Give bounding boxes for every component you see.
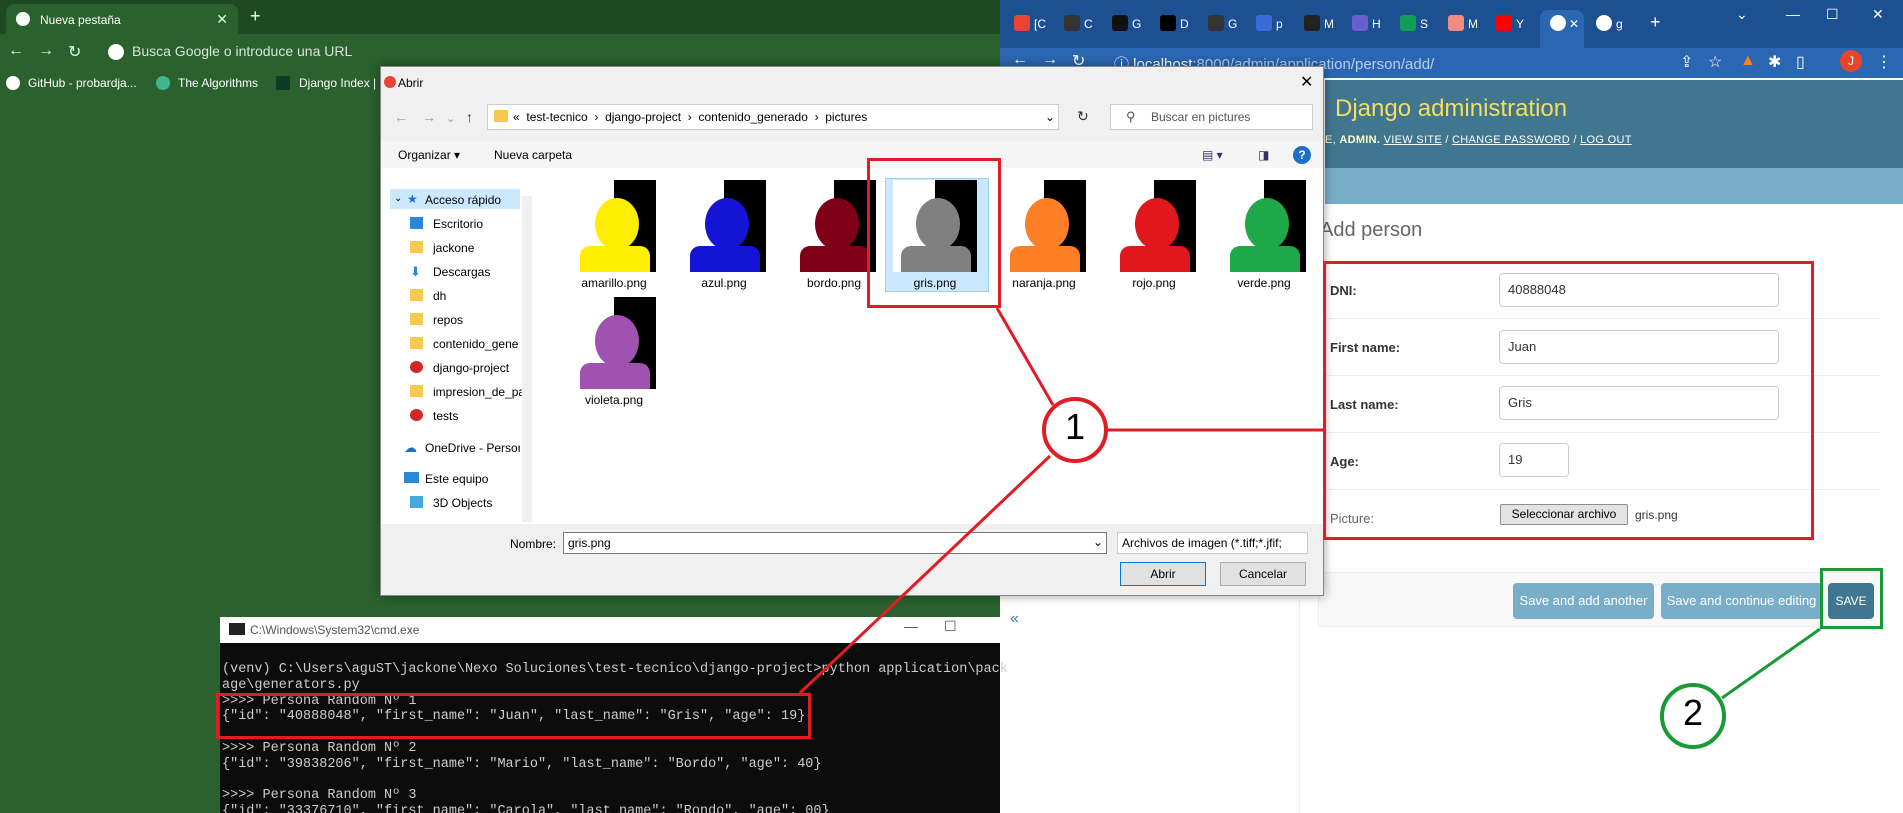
annotation-two: 2 [1682, 692, 1704, 733]
annotation-lines [798, 307, 1821, 749]
annotation-one: 1 [1064, 406, 1086, 447]
